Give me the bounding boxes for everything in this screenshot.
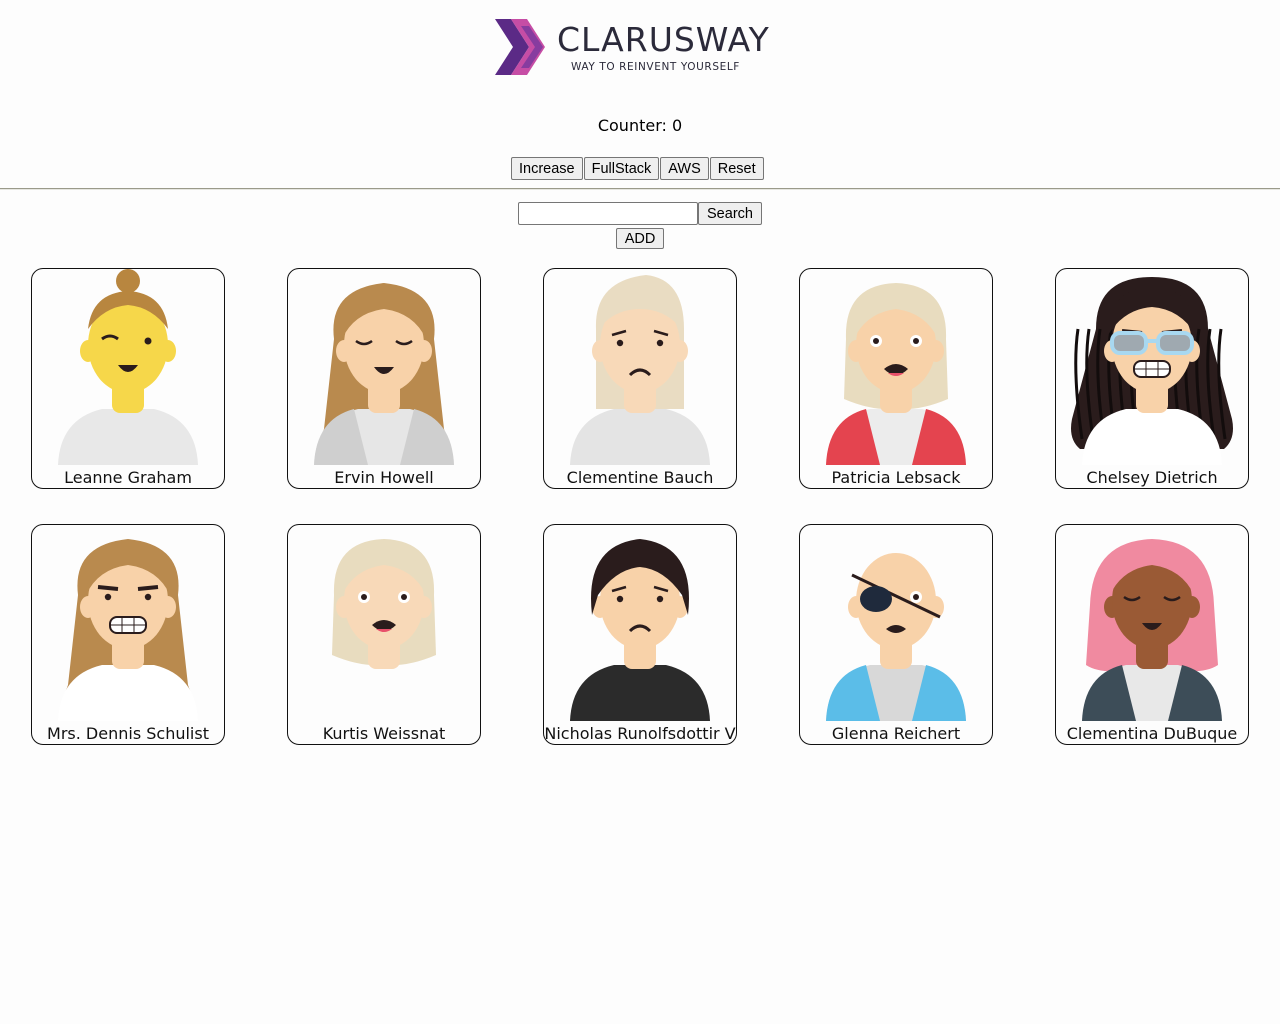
increase-button[interactable]: Increase: [511, 157, 583, 180]
logo-tagline: WAY TO REINVENT YOURSELF: [571, 61, 740, 73]
reset-button[interactable]: Reset: [709, 157, 764, 180]
user-name: Patricia Lebsack: [831, 468, 961, 487]
search-button[interactable]: Search: [698, 202, 762, 225]
user-name: Clementine Bauch: [566, 468, 714, 487]
counter-display: Counter: 0: [597, 116, 683, 135]
user-card[interactable]: Clementina DuBuque: [1055, 524, 1249, 745]
avatar: [1071, 277, 1233, 465]
avatar: [570, 275, 710, 465]
user-name: Chelsey Dietrich: [1086, 468, 1218, 487]
logo-name: CLARUSWAY: [557, 20, 770, 59]
user-card[interactable]: Glenna Reichert: [799, 524, 993, 745]
fullstack-button[interactable]: FullStack: [583, 157, 660, 180]
user-card[interactable]: Patricia Lebsack: [799, 268, 993, 489]
button-row: Increase FullStack AWS Reset: [511, 157, 765, 180]
avatar: [826, 553, 966, 721]
add-button[interactable]: ADD: [616, 228, 664, 249]
user-card[interactable]: Ervin Howell: [287, 268, 481, 489]
avatar: [570, 539, 710, 721]
divider: [0, 188, 1280, 190]
avatar: [314, 283, 454, 465]
user-card[interactable]: Mrs. Dennis Schulist: [31, 524, 225, 745]
user-card[interactable]: Clementine Bauch: [543, 268, 737, 489]
user-name: Mrs. Dennis Schulist: [47, 724, 209, 743]
user-name: Ervin Howell: [334, 468, 434, 487]
avatar: [332, 539, 436, 669]
user-name: Nicholas Runolfsdottir V: [544, 724, 736, 743]
avatar: [826, 283, 966, 465]
user-name: Leanne Graham: [64, 468, 192, 487]
user-card[interactable]: Chelsey Dietrich: [1055, 268, 1249, 489]
chevron-logo-icon: [495, 19, 545, 75]
user-name: Kurtis Weissnat: [322, 724, 446, 743]
user-name: Clementina DuBuque: [1066, 724, 1238, 743]
user-card[interactable]: Kurtis Weissnat: [287, 524, 481, 745]
user-card[interactable]: Leanne Graham: [31, 268, 225, 489]
search-input[interactable]: [518, 202, 698, 225]
user-card[interactable]: Nicholas Runolfsdottir V: [543, 524, 737, 745]
aws-button[interactable]: AWS: [660, 157, 709, 180]
user-name: Glenna Reichert: [831, 724, 961, 743]
clarusway-logo: CLARUSWAY WAY TO REINVENT YOURSELF: [495, 16, 795, 78]
avatar: [58, 269, 198, 465]
avatar: [1082, 539, 1222, 721]
avatar: [58, 539, 198, 721]
